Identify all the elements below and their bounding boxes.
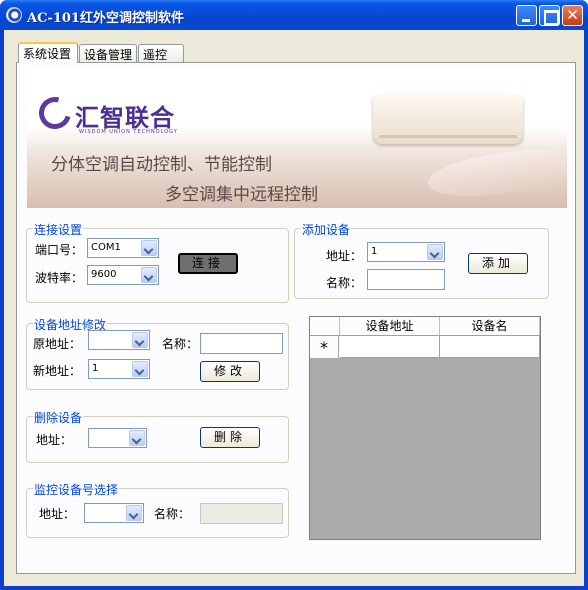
monitor-name-input [200, 503, 283, 524]
device-grid[interactable]: 设备地址 设备名 * [309, 316, 541, 540]
add-device-group: 添加设备 地址： 1 名称： 添加 [294, 221, 549, 299]
main-window: AC-101红外空调控制软件 ✕ 系统设置 设备管理 遥控 汇智联合 WISDO… [0, 0, 588, 590]
delete-button[interactable]: 删除 [200, 427, 260, 448]
port-value: COM1 [91, 242, 121, 253]
tab-device-management[interactable]: 设备管理 [79, 44, 137, 62]
baud-label: 波特率： [35, 271, 84, 285]
old-address-select[interactable] [88, 330, 150, 350]
new-address-select[interactable]: 1 [88, 359, 150, 379]
app-icon[interactable] [6, 7, 22, 23]
new-address-value: 1 [92, 363, 99, 374]
modify-button[interactable]: 修改 [200, 361, 260, 382]
grid-corner [310, 317, 340, 335]
client-area: 系统设置 设备管理 遥控 汇智联合 WISDOM UNION TECHNOLOG… [4, 30, 584, 586]
grid-cell-name[interactable] [440, 336, 540, 358]
logo-icon [33, 91, 77, 135]
delete-device-group: 删除设备 地址： 删除 [26, 409, 289, 463]
chevron-down-icon[interactable] [427, 244, 443, 260]
new-address-label: 新地址： [33, 364, 82, 378]
close-icon: ✕ [566, 6, 579, 24]
logo-text: 汇智联合 [75, 104, 175, 132]
title-bar[interactable]: AC-101红外空调控制软件 ✕ [0, 0, 588, 30]
new-row-marker: * [310, 336, 339, 358]
add-name-input[interactable] [367, 269, 445, 290]
chevron-down-icon[interactable] [129, 430, 145, 446]
minimize-button[interactable] [516, 5, 537, 26]
banner: 汇智联合 WISDOM UNION TECHNOLOGY 分体空调自动控制、节能… [27, 68, 567, 208]
chevron-down-icon[interactable] [141, 240, 157, 256]
monitor-select-group: 监控设备号选择 地址： 名称： [26, 481, 289, 538]
delete-address-label: 地址： [36, 433, 73, 447]
add-button[interactable]: 添加 [468, 253, 528, 274]
add-address-select[interactable]: 1 [367, 242, 445, 262]
add-name-label: 名称： [326, 276, 363, 290]
group-title: 连接设置 [33, 221, 84, 238]
modify-address-group: 设备地址修改 原地址： 名称： 新地址： 1 修改 [26, 316, 289, 390]
air-conditioner-image [373, 94, 523, 144]
group-title: 添加设备 [301, 221, 352, 238]
slogan-line-2: 多空调集中远程控制 [165, 185, 318, 205]
slogan-line-1: 分体空调自动控制、节能控制 [51, 155, 272, 175]
chevron-down-icon[interactable] [132, 361, 148, 377]
logo-subtext: WISDOM UNION TECHNOLOGY [79, 129, 178, 135]
chevron-down-icon[interactable] [132, 332, 148, 348]
modify-name-input[interactable] [200, 333, 283, 354]
add-address-label: 地址： [326, 249, 363, 263]
port-select[interactable]: COM1 [87, 238, 159, 258]
monitor-address-label: 地址： [39, 507, 76, 521]
group-title: 监控设备号选择 [33, 481, 120, 498]
group-title: 删除设备 [33, 409, 84, 426]
baud-select[interactable]: 9600 [87, 265, 159, 285]
tab-remote-control[interactable]: 遥控 [138, 44, 184, 62]
grid-header: 设备地址 设备名 [310, 317, 540, 336]
hand-image [424, 144, 567, 204]
grid-new-row[interactable]: * [310, 336, 540, 358]
monitor-name-label: 名称： [154, 507, 191, 521]
chevron-down-icon[interactable] [126, 505, 142, 521]
connection-settings-group: 连接设置 端口号： COM1 波特率： 9600 连接 [26, 221, 289, 303]
monitor-address-select[interactable] [84, 503, 144, 523]
modify-name-label: 名称： [162, 337, 199, 351]
delete-address-select[interactable] [88, 428, 147, 448]
column-header-name[interactable]: 设备名 [440, 317, 540, 335]
tab-system-settings[interactable]: 系统设置 [18, 42, 78, 63]
maximize-button[interactable] [539, 5, 560, 26]
close-button[interactable]: ✕ [562, 5, 583, 26]
old-address-label: 原地址： [33, 337, 82, 351]
connect-button[interactable]: 连接 [178, 253, 238, 274]
add-address-value: 1 [371, 246, 378, 257]
column-header-address[interactable]: 设备地址 [340, 317, 440, 335]
port-label: 端口号： [35, 243, 84, 257]
window-title: AC-101红外空调控制软件 [27, 11, 184, 26]
chevron-down-icon[interactable] [141, 267, 157, 283]
system-settings-panel: 汇智联合 WISDOM UNION TECHNOLOGY 分体空调自动控制、节能… [16, 62, 576, 574]
baud-value: 9600 [91, 269, 117, 280]
grid-cell-address[interactable] [340, 336, 440, 358]
